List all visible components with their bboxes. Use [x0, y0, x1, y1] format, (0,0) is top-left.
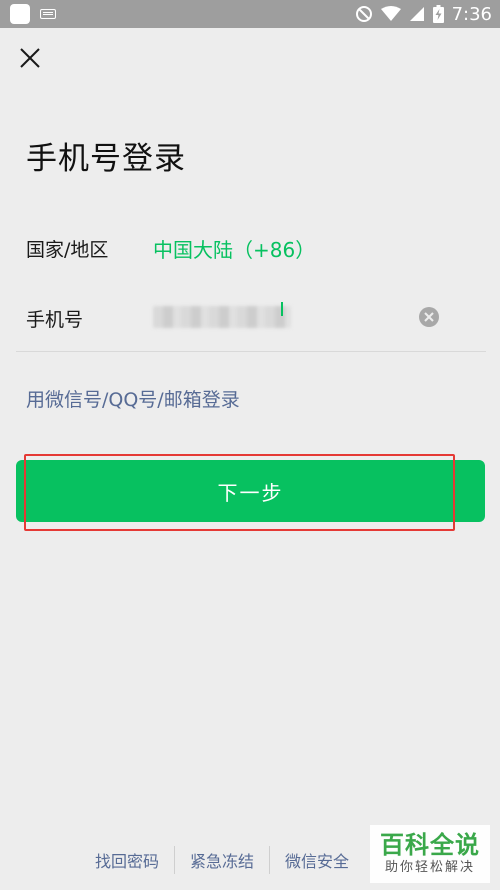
- footer-link-recover-password[interactable]: 找回密码: [80, 848, 174, 872]
- alt-login-link[interactable]: 用微信号/QQ号/邮箱登录: [26, 385, 240, 412]
- clear-icon: [424, 312, 434, 322]
- phone-value-masked: [153, 306, 291, 328]
- phone-label: 手机号: [26, 309, 84, 331]
- watermark-title: 百科全说: [380, 831, 480, 859]
- footer-link-wechat-security[interactable]: 微信安全: [270, 848, 364, 872]
- close-button[interactable]: [16, 44, 44, 72]
- region-selector[interactable]: 中国大陆（+86）: [153, 234, 315, 263]
- app-icon: [10, 4, 30, 24]
- signal-icon: [409, 7, 424, 21]
- footer: 找回密码 紧急冻结 微信安全: [80, 845, 364, 875]
- divider: [16, 351, 486, 352]
- clear-button[interactable]: [419, 307, 439, 327]
- keyboard-icon: [40, 9, 56, 19]
- phone-input[interactable]: [153, 300, 413, 334]
- text-cursor: [281, 302, 283, 316]
- wifi-icon: [380, 6, 401, 21]
- watermark-subtitle: 助你轻松解决: [384, 860, 475, 875]
- status-bar-right: 7:36: [355, 4, 492, 25]
- region-label: 国家/地区: [26, 239, 109, 261]
- battery-charging-icon: [432, 5, 444, 23]
- footer-link-emergency-freeze[interactable]: 紧急冻结: [175, 848, 269, 872]
- close-icon: [20, 48, 40, 68]
- next-button[interactable]: 下一步: [16, 460, 485, 522]
- do-not-disturb-icon: [355, 6, 372, 22]
- watermark-logo: 百科全说 助你轻松解决: [370, 825, 490, 883]
- status-bar: 7:36: [0, 0, 500, 28]
- status-bar-left: [10, 4, 56, 24]
- status-time: 7:36: [451, 3, 492, 25]
- page-title: 手机号登录: [26, 141, 186, 177]
